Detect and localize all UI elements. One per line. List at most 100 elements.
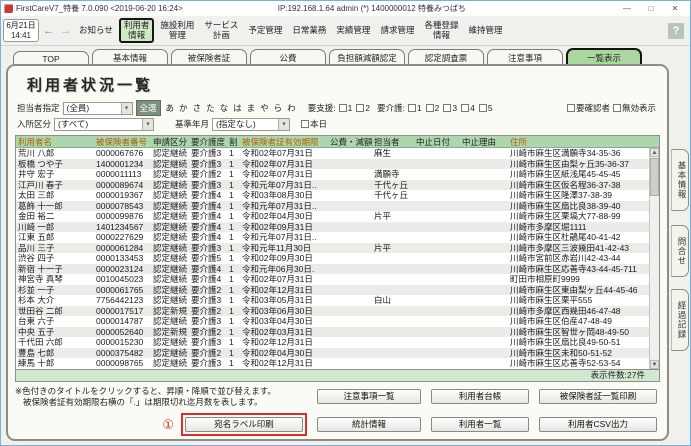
table-row[interactable]: 江東 五郎0000227629認定継続要介護41令和元年07月31日..川崎市麻… <box>16 232 649 243</box>
kana-filter-button[interactable]: た <box>204 103 218 113</box>
table-row[interactable]: 台東 六子0000014787認定継続要介護31令和03年04月30日川崎市麻生… <box>16 316 649 327</box>
nav-item[interactable]: 請求管理 <box>376 24 418 38</box>
maximize-button[interactable]: □ <box>639 4 663 13</box>
table-row[interactable]: 新宿 十一子0000023124認定継続要介護41令和元年06月30日.川崎市麻… <box>16 264 649 275</box>
table-cell: 令和元年06月30日. <box>240 264 328 275</box>
tab[interactable]: TOP <box>13 51 89 65</box>
riyosha-ichiran-button[interactable]: 利用者一覧 <box>431 417 529 432</box>
table-cell: 令和02年07月31日 <box>240 169 328 180</box>
kana-filter-button[interactable]: か <box>177 103 191 113</box>
table-row[interactable]: 神宮寺 真琴0010045023認定継続要介護41令和02年07月31日町田市相… <box>16 274 649 285</box>
help-icon[interactable]: ? <box>668 23 684 39</box>
nav-item[interactable]: 予定管理 <box>244 24 286 38</box>
tantosha-select[interactable]: (全員) ▾ <box>63 102 133 115</box>
scroll-up-icon[interactable]: ▲ <box>650 148 659 157</box>
atena-label-print-button[interactable]: 宛名ラベル印刷 <box>185 417 303 432</box>
table-row[interactable]: 世田谷 二郎0000017517認定新規要介護21令和03年06月30日川崎市多… <box>16 306 649 317</box>
kana-filter-button[interactable]: ま <box>245 103 259 113</box>
nav-item[interactable]: サービス 計画 <box>200 19 242 43</box>
riyosha-daicho-button[interactable]: 利用者台帳 <box>431 389 529 404</box>
column-header[interactable]: 要介護度 <box>189 136 227 147</box>
table-row[interactable]: 品川 三子0000061284認定継続要介護31令和元年11月30日片平川崎市多… <box>16 243 649 254</box>
table-row[interactable]: 豊島 七郎0000375482認定継続要介護21令和02年04月30日川崎市麻生… <box>16 348 649 359</box>
column-header[interactable]: 申請区分 <box>151 136 189 147</box>
today-checkbox[interactable]: 本日 <box>301 118 327 130</box>
yokaigo-checkbox[interactable]: 3 <box>443 103 457 113</box>
hihokenshasho-print-button[interactable]: 被保険者証一覧印刷 <box>539 389 657 404</box>
table-row[interactable]: 太田 三郎0000019367認定継続要介護41令和03年08月30日千代ヶ丘川… <box>16 190 649 201</box>
column-header[interactable]: 中止理由 <box>460 136 508 147</box>
column-header[interactable]: 中止日付 <box>414 136 460 147</box>
tab[interactable]: 基本情報 <box>92 49 168 65</box>
table-row[interactable]: 杉本 大介7756442123認定継続要介護31令和03年05月31日白山川崎市… <box>16 295 649 306</box>
yokaigo-checkbox[interactable]: 2 <box>426 103 440 113</box>
table-cell <box>414 253 460 264</box>
nav-item[interactable]: 利用者 情報 <box>119 18 155 44</box>
nyusho-select[interactable]: (すべて) ▾ <box>54 118 154 131</box>
tab[interactable]: 負担額減額認定 <box>329 49 405 65</box>
nav-item[interactable]: お知らせ <box>75 24 117 38</box>
table-row[interactable]: 千代田 六郎0000015230認定継続要介護31令和02年12月31日川崎市麻… <box>16 337 649 348</box>
column-header[interactable]: 住所 <box>508 136 659 147</box>
tab[interactable]: 注意事項 <box>487 49 563 65</box>
table-row[interactable]: 川崎 一郎1401234567認定継続要介護41令和02年09月31日川崎市多摩… <box>16 222 649 233</box>
scroll-down-icon[interactable]: ▼ <box>650 360 659 369</box>
tab[interactable]: 一覧表示 <box>566 48 642 65</box>
yoshien-checkbox[interactable]: 1 <box>339 103 353 113</box>
back-arrow-icon[interactable]: ← <box>41 25 56 37</box>
table-row[interactable]: 金田 裕二0000099876認定継続要介護41令和02年04月30日片平川崎市… <box>16 211 649 222</box>
tab[interactable]: 認定調査票 <box>408 49 484 65</box>
column-header[interactable]: 被保険者証有効期限 <box>240 136 328 147</box>
kana-filter-button[interactable]: な <box>218 103 232 113</box>
kana-filter-button[interactable]: や <box>258 103 272 113</box>
close-button[interactable]: ✕ <box>663 4 687 13</box>
kana-filter-button[interactable]: ら <box>272 103 286 113</box>
yokaigo-checkbox[interactable]: 1 <box>408 103 422 113</box>
nav-item[interactable]: 日常業務 <box>288 24 330 38</box>
side-tab-経過記録[interactable]: 経過記録 <box>671 289 689 351</box>
kana-filter-button[interactable]: わ <box>285 103 299 113</box>
table-row[interactable]: 渋谷 四子0000133453認定継続要介護51令和02年09月30日川崎市宮前… <box>16 253 649 264</box>
table-row[interactable]: 杉並 一子0000061765認定継続要介護21令和02年12月31日川崎市麻生… <box>16 285 649 296</box>
column-header[interactable]: 担当者 <box>372 136 414 147</box>
table-row[interactable]: 練馬 十郎0000098765認定継続要介護31令和02年12月31日川崎市麻生… <box>16 358 649 369</box>
riyosha-csv-button[interactable]: 利用者CSV出力 <box>539 417 657 432</box>
table-cell: 杉本 大介 <box>16 295 94 306</box>
kana-filter-button[interactable]: あ <box>164 103 178 113</box>
nav-item[interactable]: 施設利用 管理 <box>156 19 198 43</box>
tab[interactable]: 被保険者証 <box>171 49 247 65</box>
mukou-checkbox[interactable]: 無効表示 <box>613 102 656 114</box>
column-header[interactable]: 被保険者番号 <box>94 136 151 147</box>
kana-filter-button[interactable]: さ <box>191 103 205 113</box>
table-row[interactable]: 井守 宏子0000011113認定継続要介護21令和02年07月31日満願寺川崎… <box>16 169 649 180</box>
vertical-scrollbar[interactable]: ▲ ▼ <box>649 148 659 369</box>
yokaigo-checkbox[interactable]: 5 <box>479 103 493 113</box>
yokakunin-checkbox[interactable]: 要確認者 <box>567 102 610 114</box>
forward-arrow-icon[interactable]: → <box>58 25 73 37</box>
nav-item[interactable]: 維持管理 <box>464 24 506 38</box>
table-row[interactable]: 板橋 つや子1400001234認定継続要介護31令和02年07月31日川崎市麻… <box>16 159 649 170</box>
nav-item[interactable]: 各種登録 情報 <box>420 19 462 43</box>
nav-item[interactable]: 実績管理 <box>332 24 374 38</box>
column-header[interactable]: 公費・減額 <box>328 136 372 147</box>
tab[interactable]: 公費 <box>250 49 326 65</box>
side-tab-基本情報[interactable]: 基本情報 <box>671 149 689 211</box>
column-header[interactable]: 利用者名 <box>16 136 94 147</box>
chui-jiko-ichiran-button[interactable]: 注意事項一覧 <box>317 389 421 404</box>
table-row[interactable]: 葛飾 十一郎0000078543認定継続要介護41令和元年07月31日..川崎市… <box>16 201 649 212</box>
table-cell: 認定継続 <box>151 264 189 275</box>
kijun-select[interactable]: (指定なし) ▾ <box>212 118 290 131</box>
column-header[interactable]: 割 <box>227 136 240 147</box>
toukei-joho-button[interactable]: 統計情報 <box>317 417 421 432</box>
table-row[interactable]: 江戸川 春子0000089674認定継続要介護31令和元年07月31日..千代ヶ… <box>16 180 649 191</box>
minimize-button[interactable]: — <box>615 4 639 13</box>
kana-select-all-button[interactable]: 全選 <box>136 100 161 116</box>
scrollbar-track[interactable] <box>650 157 659 360</box>
yokaigo-checkbox[interactable]: 4 <box>461 103 475 113</box>
table-row[interactable]: 中央 五子0000052640認定新規要介護21令和02年03月31日川崎市麻生… <box>16 327 649 338</box>
kana-filter-button[interactable]: は <box>231 103 245 113</box>
side-tab-問合せ[interactable]: 問合せ <box>671 225 689 277</box>
yoshien-checkbox[interactable]: 2 <box>356 103 370 113</box>
table-row[interactable]: 荒川 八郎0000067676認定継続要介護31令和02年07月31日麻生川崎市… <box>16 148 649 159</box>
scrollbar-thumb[interactable] <box>650 158 659 196</box>
